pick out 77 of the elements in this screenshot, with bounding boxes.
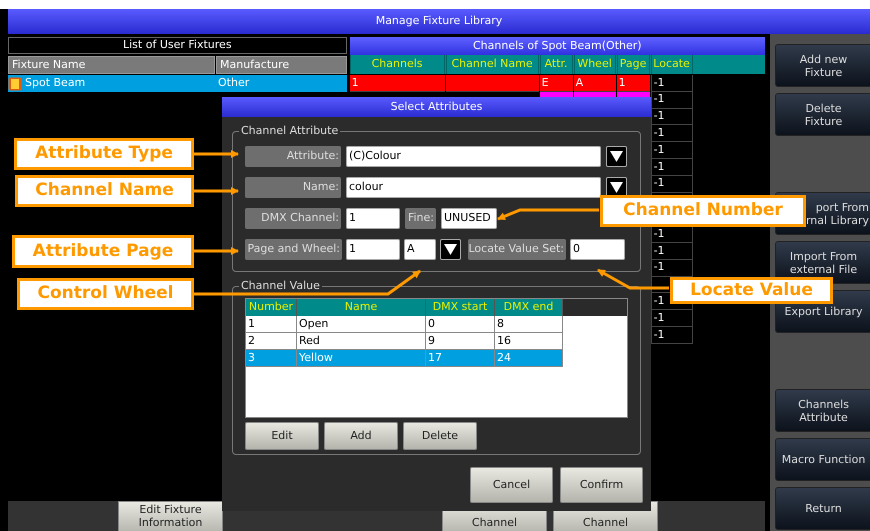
- table-cell: 1: [350, 75, 445, 92]
- table-cell-text: Spot Beam: [25, 75, 86, 92]
- input-field[interactable]: 1: [346, 208, 400, 229]
- arrow: [194, 150, 239, 158]
- field-label: Page and Wheel:: [245, 239, 342, 260]
- side-button[interactable]: Add new Fixture: [775, 44, 870, 87]
- dialog-title: Select Attributes: [222, 97, 651, 117]
- column-header: Channel Name: [446, 55, 539, 74]
- field-label: Name:: [245, 177, 341, 198]
- dialog-button[interactable]: Edit: [245, 422, 319, 450]
- document-icon: [8, 76, 22, 90]
- callout-tooltip: Channel Name: [15, 175, 194, 207]
- window-title: Manage Fixture Library: [8, 9, 870, 34]
- callout-tooltip: Channel Number: [600, 195, 806, 227]
- column-header: Wheel: [574, 55, 616, 74]
- input-field[interactable]: UNUSED: [441, 208, 497, 229]
- table-cell-text: 9: [428, 332, 435, 349]
- dropdown-button[interactable]: [606, 146, 627, 167]
- table-cell-text: 17: [428, 350, 442, 366]
- field-label: Fine:: [405, 208, 436, 229]
- input-field[interactable]: 0: [570, 239, 625, 260]
- side-button[interactable]: Return: [775, 487, 870, 530]
- bottom-button[interactable]: Edit Fixture Information: [118, 501, 223, 531]
- side-button[interactable]: Macro Function: [775, 438, 870, 481]
- callout-tooltip: Locate Value: [670, 277, 833, 304]
- arrow: [194, 187, 239, 195]
- dropdown-button[interactable]: [440, 239, 461, 260]
- side-button[interactable]: Delete Fixture: [775, 93, 870, 136]
- table-cell-text: 3: [248, 350, 255, 366]
- column-header: Locate: [650, 55, 693, 74]
- column-header: Manufacture: [216, 56, 347, 74]
- caret-icon: [444, 244, 457, 255]
- dialog-button[interactable]: Delete: [403, 422, 477, 450]
- dialog-button[interactable]: Add: [324, 422, 398, 450]
- callout-tooltip: Attribute Type: [14, 138, 194, 170]
- table-cell-text: 16: [497, 332, 511, 349]
- panel-header: List of User Fixtures: [8, 37, 347, 54]
- table-cell-text: Open: [299, 316, 328, 332]
- table-cell: A: [574, 75, 616, 92]
- field-label: Attribute:: [245, 146, 341, 167]
- table-cell: 1: [616, 75, 650, 92]
- dialog-button[interactable]: Confirm: [560, 467, 643, 503]
- column-header: Fixture Name: [8, 56, 215, 74]
- dialog-button[interactable]: Cancel: [470, 467, 553, 503]
- input-field[interactable]: (C)Colour: [346, 146, 601, 167]
- column-header: Channels: [350, 55, 445, 74]
- side-button[interactable]: Channels Attribute: [775, 389, 870, 432]
- table-row[interactable]: 2 Red 9 16: [246, 333, 563, 350]
- callout-tooltip: Control Wheel: [17, 278, 194, 310]
- arrow: [597, 268, 669, 290]
- input-field[interactable]: 1: [346, 239, 400, 260]
- column-header: DMX start: [426, 299, 495, 316]
- column-header: Page: [616, 55, 650, 74]
- table-cell-text: 24: [497, 350, 511, 366]
- field-label: DMX Channel:: [245, 208, 341, 229]
- input-field[interactable]: A: [404, 239, 436, 260]
- table-cell-text: 1: [248, 316, 255, 332]
- table-cell-text: Red: [299, 332, 320, 349]
- table-cell: E: [540, 75, 573, 92]
- column-header: Attr.: [540, 55, 573, 74]
- caret-icon: [610, 182, 623, 193]
- table-row[interactable]: 1 Open 0 8: [246, 316, 563, 333]
- column-header: Number: [246, 299, 297, 316]
- table-cell-text: 8: [497, 316, 504, 332]
- table-cell-text: 0: [428, 316, 435, 332]
- column-header: DMX end: [495, 299, 563, 316]
- arrow: [194, 247, 239, 255]
- table-cell: -1: [650, 75, 693, 92]
- table-cell-text: 2: [248, 332, 255, 349]
- callout-tooltip: Attribute Page: [12, 235, 194, 268]
- table-cell-text: Other: [217, 75, 250, 92]
- panel-header: Channels of Spot Beam(Other): [350, 37, 766, 55]
- table-cell-text: Yellow: [299, 350, 333, 366]
- caret-icon: [610, 151, 623, 162]
- field-label: Locate Value Set:: [468, 239, 566, 260]
- column-header: Name: [297, 299, 426, 316]
- input-field[interactable]: colour: [346, 177, 601, 198]
